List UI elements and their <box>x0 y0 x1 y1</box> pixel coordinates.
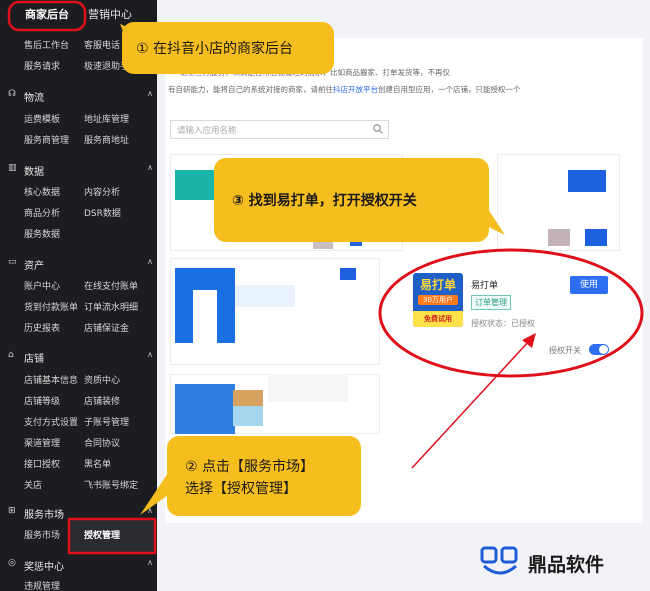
chevron-up-icon: ∧ <box>147 163 153 172</box>
info-text-part: 有自研能力，能将自己的系统对接的商家，请前往 <box>168 85 333 94</box>
app-name: 易打单 <box>471 281 499 291</box>
callout-text: ③ 找到易打单，打开授权开关 <box>232 193 417 209</box>
callout-text: 选择【授权管理】 <box>185 481 297 497</box>
sidebar-item[interactable]: 订单流水明细 <box>84 300 138 313</box>
sidebar-item[interactable]: 店铺保证金 <box>84 321 129 334</box>
auth-toggle-label: 授权开关 <box>549 346 581 355</box>
blur-block <box>568 170 606 192</box>
sidebar-item[interactable]: 支付方式设置 <box>24 415 78 428</box>
sidebar-item[interactable]: 合同协议 <box>84 436 120 449</box>
chart-icon: ▥ <box>8 163 17 173</box>
chevron-up-icon: ∧ <box>147 558 153 567</box>
sidebar-item[interactable]: 店铺等级 <box>24 394 60 407</box>
brand-logo-icon <box>480 546 518 575</box>
auth-status: 授权状态：已授权 <box>471 319 535 328</box>
watermark-text: 鼎品软件 <box>528 554 605 576</box>
watermark: 鼎品软件 <box>470 540 645 586</box>
section-label: 物流 <box>24 93 44 104</box>
sidebar-item-auth-management[interactable]: 授权管理 <box>68 519 156 552</box>
blur-block <box>233 406 263 426</box>
headphone-icon: ☊ <box>8 89 16 99</box>
section-label: 店铺 <box>24 354 44 365</box>
callout-step1: ① 在抖音小店的商家后台 <box>122 22 334 74</box>
sidebar-item[interactable]: 售后工作台 <box>24 38 69 51</box>
sidebar-item[interactable]: 店铺基本信息 <box>24 373 78 386</box>
callout-text: ① 在抖音小店的商家后台 <box>136 41 294 57</box>
sidebar-item[interactable]: 飞书账号绑定 <box>84 478 138 491</box>
chevron-up-icon: ∧ <box>147 350 153 359</box>
callout-step3: ③ 找到易打单，打开授权开关 <box>214 158 489 242</box>
award-icon: ◎ <box>8 558 16 568</box>
store-icon: ⌂ <box>8 350 14 360</box>
open-platform-link[interactable]: 抖店开放平台 <box>333 85 378 94</box>
blur-block <box>585 229 607 246</box>
sidebar: 商家后台 营销中心 售后工作台 客服电话 服务请求 极速退助手 ☊ 物流 ∧ 运费模板地… <box>0 0 157 591</box>
blur-block <box>548 229 570 246</box>
blur-block <box>268 374 348 402</box>
callout-step2: ② 点击【服务市场】 选择【授权管理】 <box>167 436 361 516</box>
sidebar-item[interactable]: 子账号管理 <box>84 415 129 428</box>
app-logo-blurred <box>175 384 235 434</box>
sidebar-item[interactable]: 账户中心 <box>24 279 60 292</box>
section-label: 服务市场 <box>24 510 64 521</box>
chevron-up-icon: ∧ <box>147 257 153 266</box>
sidebar-item[interactable]: 货到付款账单 <box>24 300 78 313</box>
sidebar-item[interactable]: 在线支付账单 <box>84 279 138 292</box>
chevron-up-icon: ∧ <box>147 506 153 515</box>
sidebar-item-service-market[interactable]: 服务市场 <box>24 528 60 541</box>
sidebar-item[interactable]: 历史报表 <box>24 321 60 334</box>
wallet-icon: ▭ <box>8 257 17 267</box>
sidebar-item[interactable]: 服务商管理 <box>24 133 69 146</box>
nav-marketing-center[interactable]: 营销中心 <box>88 6 132 22</box>
section-label: 数据 <box>24 167 44 178</box>
grid-icon: ⊞ <box>8 506 16 516</box>
logo-users: 30万用户 <box>418 295 458 305</box>
search-input[interactable]: 请输入应用名称 <box>170 120 389 139</box>
blur-block <box>233 390 263 406</box>
sidebar-item[interactable]: 服务数据 <box>24 227 60 240</box>
sidebar-item[interactable]: 黑名单 <box>84 457 111 470</box>
sidebar-item[interactable]: 渠道管理 <box>24 436 60 449</box>
sidebar-item[interactable]: 地址库管理 <box>84 112 129 125</box>
sidebar-item[interactable]: 资质中心 <box>84 373 120 386</box>
sidebar-item[interactable]: 核心数据 <box>24 185 60 198</box>
info-text: 有自研能力，能将自己的系统对接的商家，请前往抖店开放平台创建自用型应用，一个店铺… <box>168 84 521 95</box>
search-icon[interactable] <box>372 123 384 135</box>
sidebar-item[interactable]: 违规管理 <box>24 579 60 591</box>
auth-toggle[interactable] <box>589 344 609 355</box>
sidebar-item[interactable]: 服务商地址 <box>84 133 129 146</box>
sidebar-item[interactable]: 接口授权 <box>24 457 60 470</box>
sidebar-item[interactable]: DSR数据 <box>84 206 121 219</box>
chevron-up-icon: ∧ <box>147 89 153 98</box>
blur-block <box>235 285 295 307</box>
blur-block <box>193 290 217 343</box>
nav-merchant-backend[interactable]: 商家后台 <box>12 4 82 28</box>
app-category-tag: 订单管理 <box>471 295 511 310</box>
sidebar-item[interactable]: 运费模板 <box>24 112 60 125</box>
blur-block <box>340 268 356 280</box>
sidebar-item[interactable]: 商品分析 <box>24 206 60 219</box>
section-label: 资产 <box>24 261 44 272</box>
sidebar-item[interactable]: 内容分析 <box>84 185 120 198</box>
search-placeholder: 请输入应用名称 <box>177 126 237 136</box>
use-button[interactable]: 使用 <box>570 276 608 294</box>
toggle-knob <box>599 345 608 354</box>
sidebar-item-label: 授权管理 <box>84 531 121 541</box>
logo-free-trial: 免费试用 <box>413 311 463 327</box>
callout-text: ② 点击【服务市场】 <box>185 459 315 475</box>
sidebar-item[interactable]: 客服电话 <box>84 38 120 51</box>
sidebar-item[interactable]: 店铺装修 <box>84 394 120 407</box>
section-label: 奖惩中心 <box>24 562 64 573</box>
logo-title: 易打单 <box>419 278 456 292</box>
app-logo: 易打单 30万用户 免费试用 <box>413 273 463 327</box>
sidebar-item[interactable]: 关店 <box>24 478 42 491</box>
info-text-part: 创建自用型应用，一个店铺，只能授权一个 <box>378 85 521 94</box>
sidebar-item[interactable]: 服务请求 <box>24 59 60 72</box>
